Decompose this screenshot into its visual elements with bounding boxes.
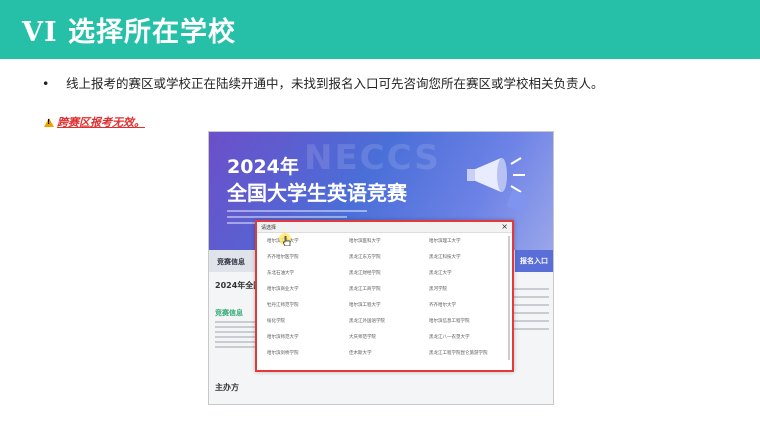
school-option[interactable]: 绥化学院 [267, 318, 285, 324]
school-option[interactable]: 哈尔滨师范大学 [267, 334, 299, 340]
school-row: 哈尔滨师范大学 大庆师范学院 黑龙江八一农垦大学 [257, 330, 505, 346]
school-row: 绥化学院 黑龙江外国语学院 哈尔滨信息工程学院 [257, 314, 505, 330]
dialog-scrollbar[interactable] [508, 236, 510, 360]
section-info-heading: 竞赛信息 [215, 309, 243, 317]
school-option[interactable]: 牡丹江师范学院 [267, 302, 299, 308]
school-option[interactable]: 东北石油大学 [267, 270, 294, 276]
school-option[interactable]: 大庆师范学院 [349, 334, 376, 340]
school-option[interactable]: 齐齐哈尔大学 [429, 302, 456, 308]
school-option[interactable]: 黑龙江财经学院 [349, 270, 381, 276]
school-select-dialog: 请选择 × 哈尔滨工业大学 哈尔滨医科大学 哈尔滨理工大学 齐齐哈尔医学院 黑龙… [255, 220, 514, 372]
school-option[interactable]: 哈尔滨医科大学 [349, 238, 381, 244]
school-option[interactable]: 黑龙江工商学院 [349, 286, 381, 292]
school-row: 东北石油大学 黑龙江财经学院 黑龙江大学 [257, 266, 505, 282]
school-row: 牡丹江师范学院 哈尔滨工程大学 齐齐哈尔大学 [257, 298, 505, 314]
nav-contest-info[interactable]: 竞赛信息 [217, 257, 245, 267]
slide-title: VI 选择所在学校 [22, 17, 236, 48]
hero-watermark: NECCS [304, 138, 441, 178]
school-row: 哈尔滨剑桥学院 佳木斯大学 黑龙江工程学院昆仑旅游学院 [257, 346, 505, 362]
dialog-title: 请选择 [261, 225, 277, 231]
embedded-screenshot: NECCS 2024年 全国大学生英语竞赛 竞赛信息 报名入口 2024年全国 … [208, 131, 554, 405]
school-row: 哈尔滨商业大学 黑龙江工商学院 黑河学院 [257, 282, 505, 298]
warning-icon [44, 118, 54, 127]
school-option[interactable]: 黑龙江东方学院 [349, 254, 381, 260]
school-option[interactable]: 哈尔滨信息工程学院 [429, 318, 470, 324]
title-banner: VI 选择所在学校 [0, 0, 760, 59]
school-option[interactable]: 黑河学院 [429, 286, 447, 292]
school-option[interactable]: 齐齐哈尔医学院 [267, 254, 299, 260]
bullet-dot: • [42, 76, 50, 91]
sidebar-lines [509, 282, 549, 336]
school-option[interactable]: 佳木斯大学 [349, 350, 372, 356]
dialog-header: 请选择 × [257, 222, 512, 233]
school-option[interactable]: 哈尔滨理工大学 [429, 238, 461, 244]
school-option[interactable]: 黑龙江大学 [429, 270, 452, 276]
school-option[interactable]: 哈尔滨商业大学 [267, 286, 299, 292]
school-option[interactable]: 黑龙江外国语学院 [349, 318, 385, 324]
school-row: 齐齐哈尔医学院 黑龙江东方学院 黑龙江科技大学 [257, 250, 505, 266]
school-option[interactable]: 哈尔滨工程大学 [349, 302, 381, 308]
warning-text: 跨赛区报考无效。 [57, 116, 145, 129]
close-icon[interactable]: × [501, 222, 508, 232]
school-option[interactable]: 哈尔滨剑桥学院 [267, 350, 299, 356]
hero-contest-name: 全国大学生英语竞赛 [227, 181, 407, 205]
school-option[interactable]: 黑龙江八一农垦大学 [429, 334, 470, 340]
hero-year: 2024年 [227, 156, 299, 178]
school-grid: 哈尔滨工业大学 哈尔滨医科大学 哈尔滨理工大学 齐齐哈尔医学院 黑龙江东方学院 … [257, 234, 505, 362]
organizer-heading: 主办方 [215, 383, 239, 392]
school-option[interactable]: 黑龙江工程学院昆仑旅游学院 [429, 350, 488, 356]
bullet-text: 线上报考的赛区或学校正在陆续开通中，未找到报名入口可先咨询您所在赛区或学校相关负… [66, 76, 604, 91]
school-option[interactable]: 黑龙江科技大学 [429, 254, 461, 260]
megaphone-icon [467, 157, 525, 193]
nav-register-entry[interactable]: 报名入口 [515, 250, 553, 272]
warning-note: 跨赛区报考无效。 [44, 114, 145, 130]
hand-cursor-icon [283, 236, 291, 246]
school-row: 哈尔滨工业大学 哈尔滨医科大学 哈尔滨理工大学 [257, 234, 505, 250]
